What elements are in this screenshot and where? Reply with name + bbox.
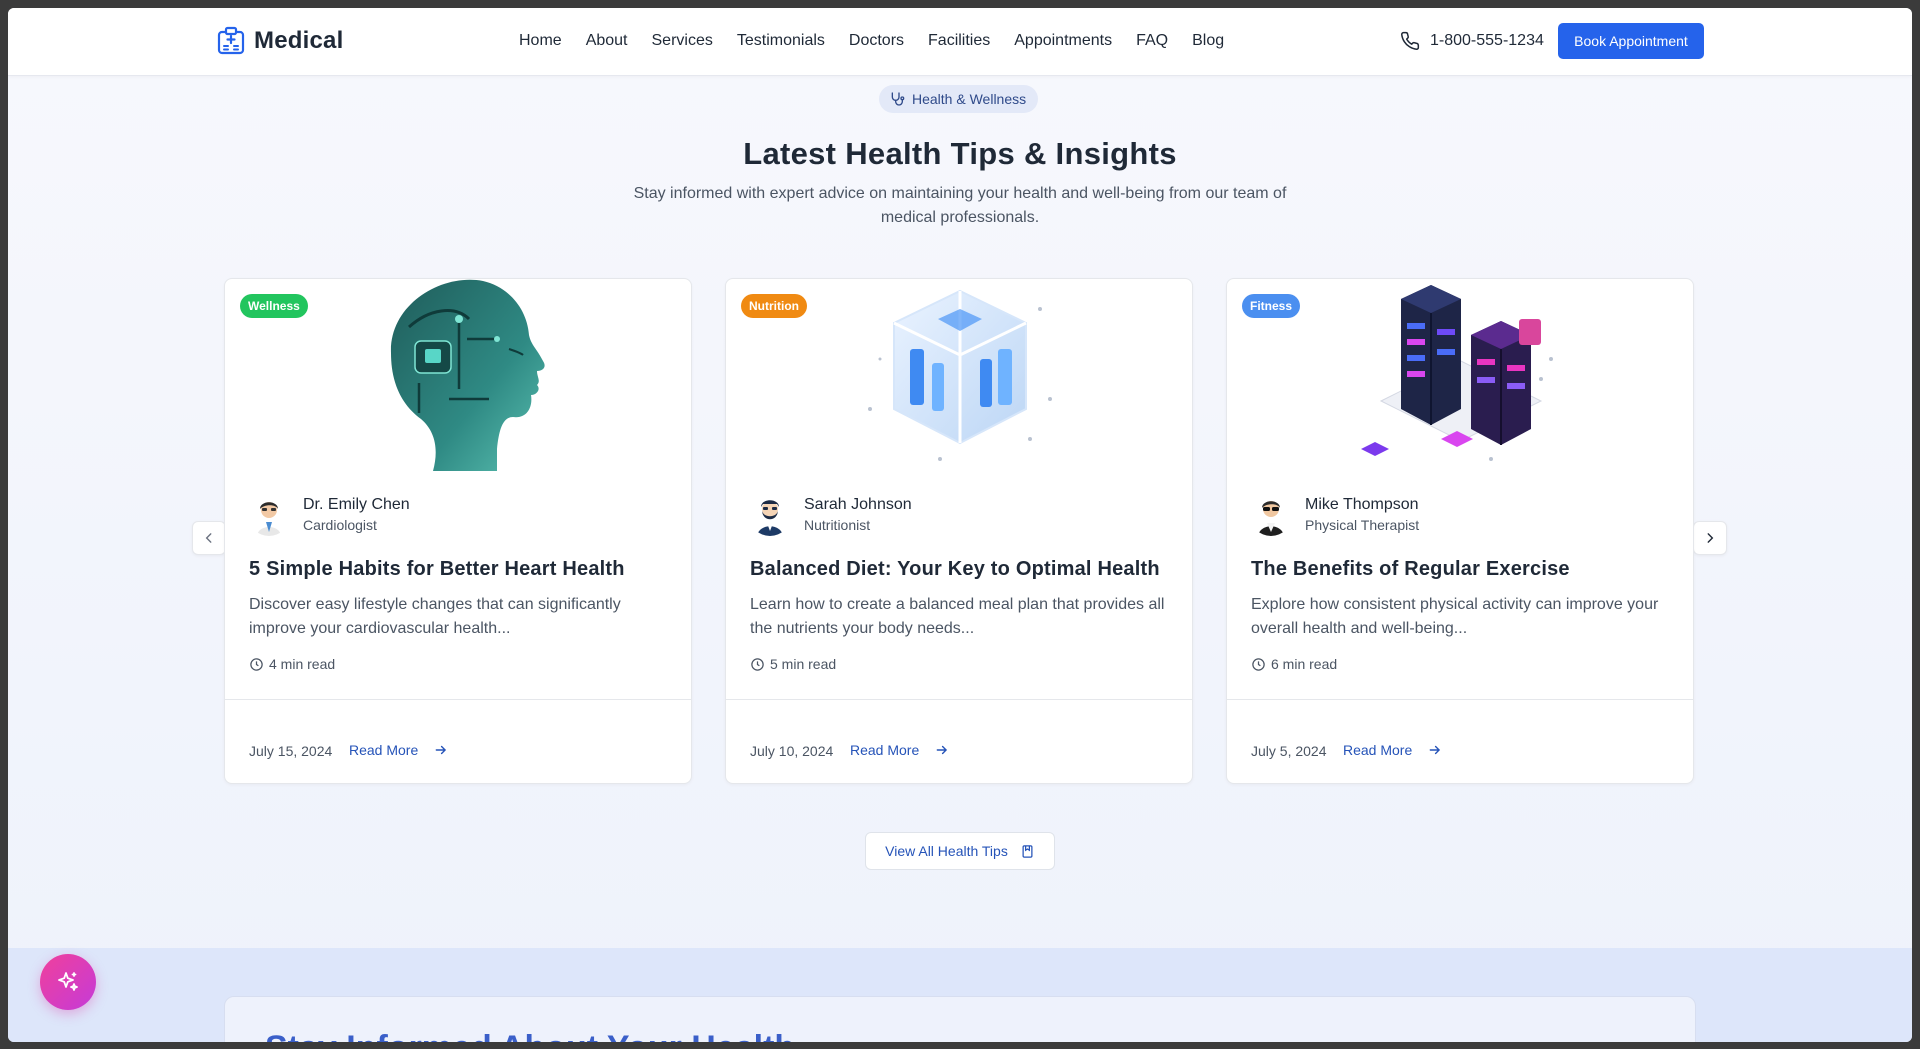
avatar bbox=[1250, 494, 1292, 536]
glass-cube-illustration bbox=[868, 289, 1052, 461]
sparkles-icon bbox=[58, 972, 78, 991]
nav-about[interactable]: About bbox=[586, 32, 628, 50]
carousel-prev-button[interactable] bbox=[192, 521, 226, 555]
read-more-link[interactable]: Read More bbox=[349, 742, 448, 758]
article-title[interactable]: 5 Simple Habits for Better Heart Health bbox=[249, 558, 625, 581]
avatar bbox=[749, 494, 791, 536]
read-time: 4 min read bbox=[249, 656, 335, 672]
clock-icon bbox=[250, 657, 263, 671]
read-more-link[interactable]: Read More bbox=[850, 742, 949, 758]
nav-blog[interactable]: Blog bbox=[1192, 32, 1224, 50]
section-title: Latest Health Tips & Insights bbox=[743, 136, 1177, 171]
author-name: Mike Thompson bbox=[1305, 496, 1419, 513]
nav-appointments[interactable]: Appointments bbox=[1014, 32, 1112, 50]
ai-assistant-button[interactable] bbox=[40, 954, 96, 1010]
author: Sarah Johnson Nutritionist bbox=[749, 494, 912, 536]
nav-home[interactable]: Home bbox=[519, 32, 562, 50]
page-frame: Medical Home About Services Testimonials… bbox=[8, 8, 1912, 1042]
arrow-right-icon bbox=[435, 745, 447, 755]
section-badge: Health & Wellness bbox=[879, 85, 1039, 113]
book-appointment-button[interactable]: Book Appointment bbox=[1558, 23, 1704, 59]
category-tag[interactable]: Nutrition bbox=[741, 294, 807, 318]
read-time-label: 4 min read bbox=[269, 656, 336, 672]
newsletter-card: Stay Informed About Your Health bbox=[224, 996, 1696, 1042]
article-date: July 5, 2024 bbox=[1251, 743, 1327, 759]
nav-facilities[interactable]: Facilities bbox=[928, 32, 990, 50]
logo[interactable]: Medical bbox=[216, 26, 343, 56]
read-more-label: Read More bbox=[1343, 742, 1413, 758]
clock-icon bbox=[1252, 657, 1265, 671]
chevron-right-icon bbox=[1707, 533, 1714, 543]
article-date: July 15, 2024 bbox=[249, 743, 333, 759]
nav-testimonials[interactable]: Testimonials bbox=[737, 32, 825, 50]
author-role: Nutritionist bbox=[804, 517, 871, 533]
server-towers-illustration bbox=[1361, 285, 1553, 461]
card-divider bbox=[225, 699, 691, 700]
clock-icon bbox=[751, 657, 764, 671]
category-tag[interactable]: Wellness bbox=[240, 294, 308, 318]
view-all-label: View All Health Tips bbox=[885, 843, 1008, 859]
read-more-label: Read More bbox=[349, 742, 419, 758]
article-title[interactable]: Balanced Diet: Your Key to Optimal Healt… bbox=[750, 558, 1160, 581]
phone-icon bbox=[1401, 31, 1420, 50]
category-tag[interactable]: Fitness bbox=[1242, 294, 1301, 318]
article-card[interactable]: Nutrition Sarah Johnson Nutritionist Bal… bbox=[725, 278, 1193, 784]
newsletter-title: Stay Informed About Your Health bbox=[265, 1029, 795, 1042]
phone-link[interactable]: 1-800-555-1234 bbox=[1400, 31, 1544, 51]
section-subtitle: Stay informed with expert advice on main… bbox=[633, 185, 1287, 226]
author-name: Dr. Emily Chen bbox=[303, 496, 410, 513]
read-time: 5 min read bbox=[750, 656, 836, 672]
stethoscope-icon bbox=[891, 92, 905, 106]
ai-head-illustration bbox=[390, 279, 545, 471]
author: Dr. Emily Chen Cardiologist bbox=[248, 494, 410, 536]
article-card[interactable]: Wellness Dr. Emily Chen Cardiologist 5 S… bbox=[224, 278, 692, 784]
read-time-label: 5 min read bbox=[770, 656, 837, 672]
article-excerpt: Learn how to create a balanced meal plan… bbox=[750, 596, 1165, 637]
hospital-icon bbox=[217, 26, 245, 55]
phone-number: 1-800-555-1234 bbox=[1430, 32, 1544, 49]
chevron-left-icon bbox=[205, 533, 212, 543]
arrow-right-icon bbox=[936, 745, 948, 755]
nav-services[interactable]: Services bbox=[652, 32, 713, 50]
nav-faq[interactable]: FAQ bbox=[1136, 32, 1168, 50]
author-role: Cardiologist bbox=[303, 517, 377, 533]
section-badge-label: Health & Wellness bbox=[912, 91, 1027, 107]
read-more-link[interactable]: Read More bbox=[1343, 742, 1442, 758]
bookmark-icon bbox=[1022, 844, 1033, 858]
read-more-label: Read More bbox=[850, 742, 920, 758]
main-nav: Home About Services Testimonials Doctors… bbox=[519, 32, 1248, 50]
article-excerpt: Explore how consistent physical activity… bbox=[1251, 596, 1659, 637]
avatar bbox=[248, 494, 290, 536]
arrow-right-icon bbox=[1429, 745, 1441, 755]
site-header: Medical Home About Services Testimonials… bbox=[8, 8, 1912, 76]
read-time-label: 6 min read bbox=[1271, 656, 1338, 672]
nav-doctors[interactable]: Doctors bbox=[849, 32, 904, 50]
article-excerpt: Discover easy lifestyle changes that can… bbox=[249, 596, 621, 637]
article-date: July 10, 2024 bbox=[750, 743, 834, 759]
card-divider bbox=[1227, 699, 1693, 700]
card-divider bbox=[726, 699, 1192, 700]
article-title[interactable]: The Benefits of Regular Exercise bbox=[1251, 558, 1570, 581]
read-time: 6 min read bbox=[1251, 656, 1337, 672]
author-name: Sarah Johnson bbox=[804, 496, 912, 513]
author: Mike Thompson Physical Therapist bbox=[1250, 494, 1419, 536]
view-all-tips-button[interactable]: View All Health Tips bbox=[865, 832, 1055, 870]
article-card[interactable]: Fitness Mike Thompson Physical Therapist… bbox=[1226, 278, 1694, 784]
logo-text: Medical bbox=[254, 27, 344, 54]
carousel-next-button[interactable] bbox=[1693, 521, 1727, 555]
author-role: Physical Therapist bbox=[1305, 517, 1420, 533]
